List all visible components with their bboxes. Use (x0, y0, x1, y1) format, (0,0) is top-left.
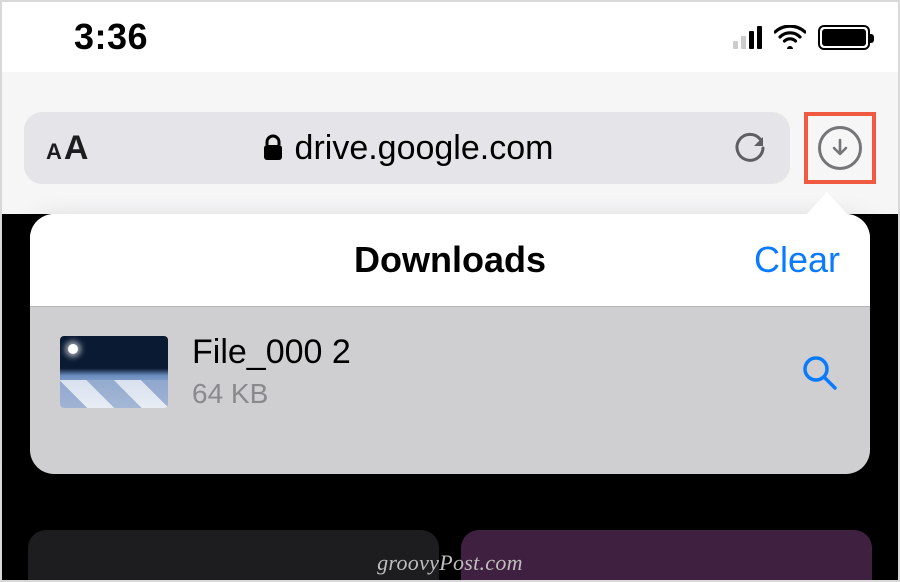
download-item[interactable]: File_000 2 64 KB (30, 306, 870, 436)
cellular-icon (733, 25, 762, 49)
status-time: 3:36 (74, 16, 148, 58)
popover-arrow (805, 192, 849, 216)
status-bar: 3:36 (2, 2, 898, 72)
page-content: Downloads Clear File_000 2 64 KB (2, 214, 898, 580)
status-icons (733, 25, 870, 50)
reveal-in-files-button[interactable] (798, 351, 840, 393)
download-filename: File_000 2 (192, 333, 351, 372)
battery-icon (818, 25, 870, 50)
clear-button[interactable]: Clear (754, 214, 840, 306)
downloads-popover: Downloads Clear File_000 2 64 KB (30, 214, 870, 474)
download-meta: File_000 2 64 KB (192, 333, 351, 410)
text-size-button[interactable]: AA (46, 129, 88, 168)
download-filesize: 64 KB (192, 378, 351, 410)
address-bar[interactable]: AA drive.google.com (24, 112, 790, 184)
reload-button[interactable] (732, 130, 768, 166)
wifi-icon (774, 25, 806, 49)
downloads-button[interactable] (818, 126, 862, 170)
lock-icon (261, 133, 285, 163)
download-thumbnail (60, 336, 168, 408)
downloads-button-highlight (804, 112, 876, 184)
popover-title: Downloads (354, 239, 546, 281)
toolbar: AA drive.google.com (2, 72, 898, 214)
background-tiles (28, 530, 872, 580)
popover-header: Downloads Clear (30, 214, 870, 306)
url-text: drive.google.com (295, 129, 554, 168)
